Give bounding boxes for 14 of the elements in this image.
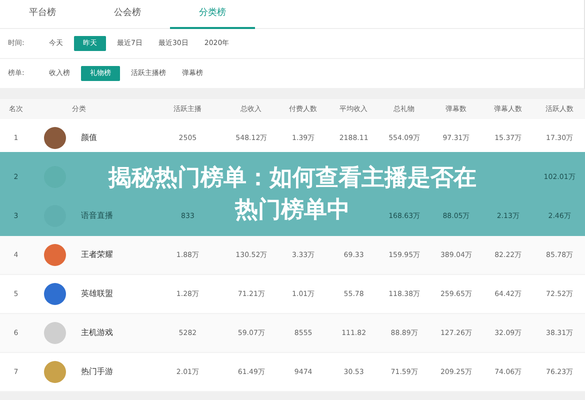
tab[interactable]: 公会榜 [85,0,170,29]
category-name: 颜值 [81,132,98,144]
tab[interactable]: 分类榜 [170,0,255,29]
category-name: 主机游戏 [81,327,114,339]
category-logo-icon [44,322,66,344]
category-logo-icon [44,127,66,149]
category-logo-icon [44,283,66,305]
category-name: 热门手游 [81,366,114,378]
category-logo-icon [44,361,66,383]
category-name: 语音直播 [81,210,114,222]
category-name: 王者荣耀 [81,249,114,261]
category-logo-icon [44,244,66,266]
category-name: 英雄联盟 [81,288,114,300]
tab[interactable]: 平台榜 [0,0,85,29]
